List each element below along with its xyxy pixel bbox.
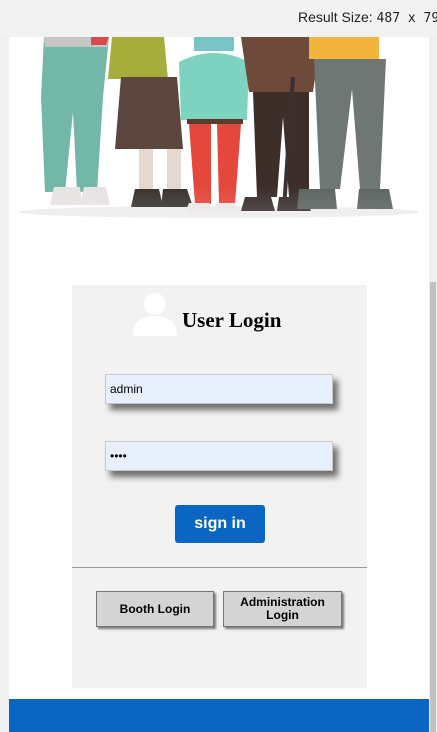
booth-login-button[interactable]: Booth Login	[96, 591, 214, 627]
preview-frame: User Login sign in Booth Login Administr…	[0, 37, 437, 732]
login-card: User Login sign in Booth Login Administr…	[72, 285, 367, 688]
booth-login-label: Booth Login	[119, 601, 191, 616]
administration-login-label: Administration Login	[240, 596, 325, 622]
people-group-illustration	[9, 37, 429, 237]
divider	[72, 567, 367, 568]
result-size-bar: Result Size: 487 x 795	[0, 0, 437, 37]
sign-in-label: sign in	[194, 515, 246, 532]
administration-login-button[interactable]: Administration Login	[223, 591, 342, 627]
login-title: User Login	[182, 308, 282, 332]
username-input[interactable]	[105, 374, 333, 404]
result-size-label: Result Size:	[297, 9, 373, 25]
admin-label-line2: Login	[266, 608, 299, 622]
left-gutter	[0, 37, 9, 732]
admin-label-line1: Administration	[240, 595, 325, 609]
hero-illustration	[9, 37, 429, 237]
result-size-value: 487 x 795	[376, 11, 437, 26]
vertical-scrollbar[interactable]	[429, 37, 437, 732]
footer-bar	[9, 699, 429, 732]
login-header: User Login	[132, 290, 332, 338]
result-size-text: Result Size: 487 x 795	[298, 9, 437, 26]
user-avatar-icon	[133, 293, 177, 336]
sign-in-button[interactable]: sign in	[175, 505, 265, 543]
scrollbar-thumb[interactable]	[430, 282, 436, 732]
password-input[interactable]	[105, 441, 333, 471]
